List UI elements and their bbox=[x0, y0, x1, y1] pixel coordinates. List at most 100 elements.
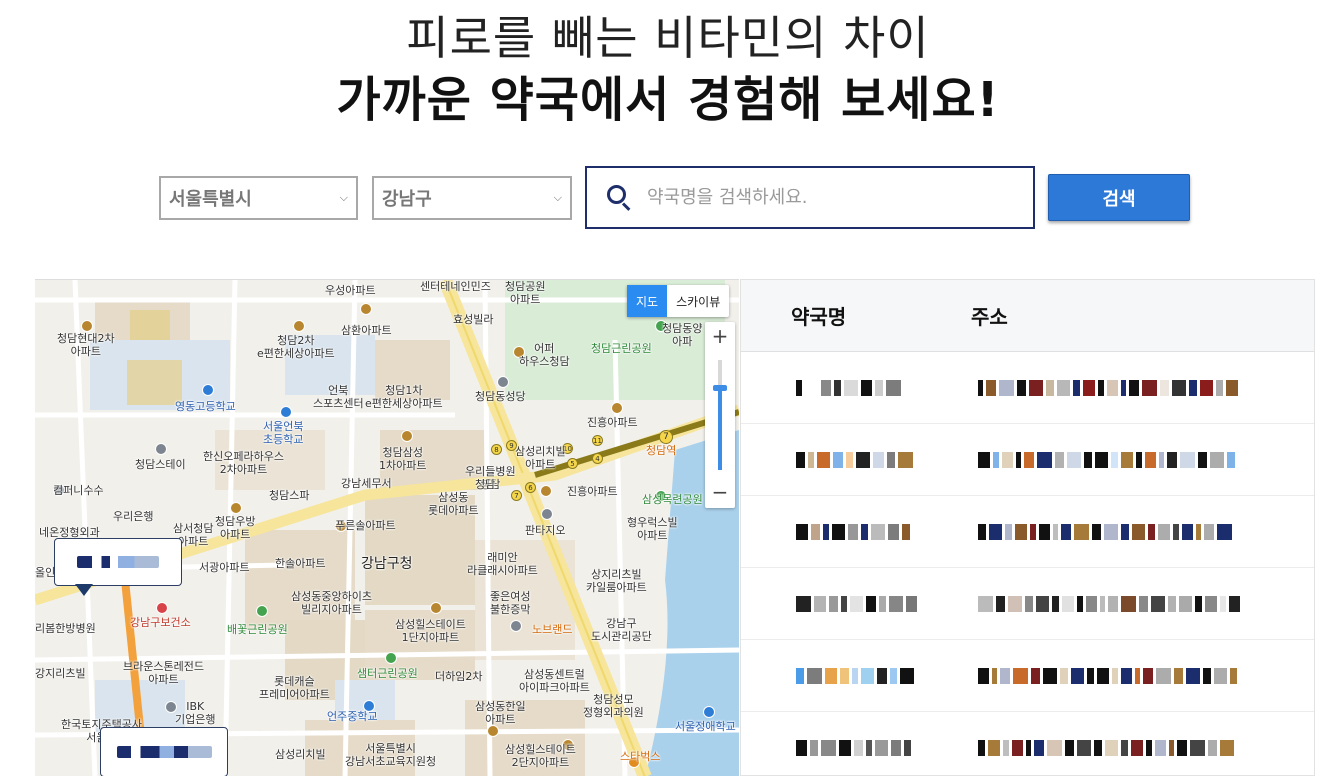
headline-line2: 가까운 약국에서 경험해 보세요! bbox=[336, 72, 1000, 128]
map-label: 강지리츠빌 bbox=[35, 667, 86, 680]
pharmacy-name-cell bbox=[793, 452, 943, 468]
pharmacy-name-cell bbox=[793, 740, 943, 756]
pharmacy-map[interactable]: 8 9 10 11 4 5 6 7 7 청담현대2차 아파트 청담2차 e편한세상아파… bbox=[35, 279, 739, 776]
map-label: 영동고등학교 bbox=[175, 400, 236, 413]
map-type-toggle: 지도 스카이뷰 bbox=[627, 285, 730, 317]
map-label: 래미안 라클래시아파트 bbox=[467, 551, 538, 577]
table-row[interactable] bbox=[741, 424, 1314, 496]
map-label: 형우럭스빌 아파트 bbox=[627, 516, 678, 542]
map-label: 삼성동중앙하이츠 빌리지아파트 bbox=[291, 590, 372, 616]
map-label: 푸른솔아파트 bbox=[335, 519, 396, 532]
apartment-poi-icon bbox=[401, 430, 413, 442]
pharmacy-address-cell bbox=[975, 596, 1265, 612]
zoom-slider-thumb[interactable] bbox=[713, 384, 727, 391]
map-label: 삼성힐스테이트 2단지아파트 bbox=[505, 743, 576, 769]
zoom-slider-track[interactable] bbox=[718, 360, 722, 470]
map-marker-icon[interactable] bbox=[75, 584, 93, 596]
table-header: 약국명 주소 bbox=[741, 280, 1314, 352]
map-label: 삼성동 롯데아파트 bbox=[428, 491, 479, 517]
table-body bbox=[741, 352, 1314, 775]
map-label: 청담1차 e편한세상아파트 bbox=[365, 384, 443, 410]
city-select-value: 서울특별시 bbox=[169, 189, 252, 210]
sauna-icon bbox=[510, 620, 522, 632]
map-label: 청담삼성 1차아파트 bbox=[379, 446, 427, 472]
map-label: 서울정애학교 bbox=[675, 720, 736, 733]
map-label: 삼성목련공원 bbox=[642, 493, 703, 506]
park-icon bbox=[256, 605, 268, 617]
apartment-poi-icon bbox=[230, 502, 242, 514]
map-label: 리봄한방병원 bbox=[35, 622, 96, 635]
chevron-down-icon: ⌵ bbox=[553, 191, 562, 204]
search-input[interactable] bbox=[647, 187, 1007, 208]
zoom-in-button[interactable]: + bbox=[705, 322, 735, 352]
map-label: 샘터근린공원 bbox=[357, 667, 418, 680]
school-icon bbox=[202, 384, 214, 396]
map-label: 배꽃근린공원 bbox=[227, 623, 288, 636]
map-marker-bubble[interactable] bbox=[54, 538, 182, 586]
map-type-skyview[interactable]: 스카이뷰 bbox=[667, 285, 729, 317]
table-row[interactable] bbox=[741, 568, 1314, 640]
chevron-down-icon: ⌵ bbox=[339, 191, 348, 204]
table-row[interactable] bbox=[741, 496, 1314, 568]
apartment-poi-icon bbox=[487, 725, 499, 737]
map-label: 좋은여성 불한증막 bbox=[490, 590, 531, 616]
apartment-poi-icon bbox=[540, 485, 552, 497]
pharmacy-address-cell bbox=[975, 668, 1265, 684]
map-label: 한솔아파트 bbox=[275, 557, 326, 570]
map-label: 청담공원 아파트 bbox=[505, 280, 546, 306]
church-icon bbox=[497, 376, 509, 388]
map-label: 청담2차 e편한세상아파트 bbox=[257, 334, 335, 360]
table-row[interactable] bbox=[741, 640, 1314, 712]
map-label: 청담성모 정형외과의원 bbox=[583, 693, 644, 719]
map-label: 청담우방 아파트 bbox=[215, 515, 256, 541]
zoom-control: + − bbox=[705, 322, 735, 508]
pharmacy-name-cell bbox=[793, 524, 943, 540]
search-button[interactable]: 검색 bbox=[1048, 174, 1190, 221]
pharmacy-name-cell bbox=[793, 668, 943, 684]
apartment-poi-icon bbox=[430, 602, 442, 614]
headline-line1: 피로를 빼는 비타민의 차이 bbox=[406, 11, 930, 65]
map-label: 청담동성당 bbox=[475, 390, 526, 403]
map-type-map[interactable]: 지도 bbox=[627, 285, 668, 317]
zoom-out-button[interactable]: − bbox=[705, 478, 735, 508]
map-label: 언주중학교 bbox=[327, 710, 378, 723]
map-label: 우성아파트 bbox=[325, 284, 376, 297]
map-label: 청담근린공원 bbox=[591, 342, 652, 355]
map-label: 서울특별시 강남서초교육지원청 bbox=[345, 742, 437, 768]
park-icon bbox=[385, 652, 397, 664]
table-row[interactable] bbox=[741, 352, 1314, 424]
apartment-poi-icon bbox=[81, 320, 93, 332]
map-label: 서울언북 초등학교 bbox=[263, 420, 304, 446]
map-label: 효성빌라 bbox=[453, 313, 494, 326]
map-label: 판타지오 bbox=[525, 524, 566, 537]
map-label: 센터테네인민즈 bbox=[420, 280, 491, 293]
map-label: 삼성리치빌 bbox=[275, 748, 326, 761]
map-label: 삼환아파트 bbox=[341, 324, 392, 337]
city-select[interactable]: 서울특별시 ⌵ bbox=[159, 176, 358, 220]
map-label: IBK 기업은행 bbox=[175, 700, 216, 726]
table-row[interactable] bbox=[741, 712, 1314, 775]
map-label: 한신오페라하우스 2차아파트 bbox=[203, 450, 284, 476]
pharmacy-address-cell bbox=[975, 452, 1265, 468]
map-label: 강남구청 bbox=[361, 556, 413, 572]
pharmacy-name-cell bbox=[793, 596, 943, 612]
map-marker-bubble[interactable] bbox=[100, 727, 228, 776]
map-label: 상지리츠빌 카일룸아파트 bbox=[586, 568, 647, 594]
music-icon bbox=[541, 508, 553, 520]
pharmacy-address-cell bbox=[975, 740, 1265, 756]
map-label: 삼성동한일 아파트 bbox=[475, 700, 526, 726]
map-label: 청담동양 아파 bbox=[662, 322, 703, 348]
map-label: 강남구보건소 bbox=[130, 616, 191, 629]
map-label: 서광아파트 bbox=[199, 561, 250, 574]
map-label: 언북 스포츠센터 bbox=[313, 384, 364, 410]
map-label: 삼성동센트럴 아이파크아파트 bbox=[519, 668, 590, 694]
school-icon bbox=[280, 406, 292, 418]
hospital-icon bbox=[156, 602, 168, 614]
map-label: 청담역 bbox=[646, 444, 677, 457]
col-header-address: 주소 bbox=[971, 305, 1008, 329]
search-icon bbox=[607, 184, 633, 211]
map-label: 브라운스톤레전드 아파트 bbox=[123, 660, 204, 686]
apartment-poi-icon bbox=[360, 303, 372, 315]
district-select[interactable]: 강남구 ⌵ bbox=[372, 176, 572, 220]
map-label: 올인 bbox=[35, 566, 56, 579]
